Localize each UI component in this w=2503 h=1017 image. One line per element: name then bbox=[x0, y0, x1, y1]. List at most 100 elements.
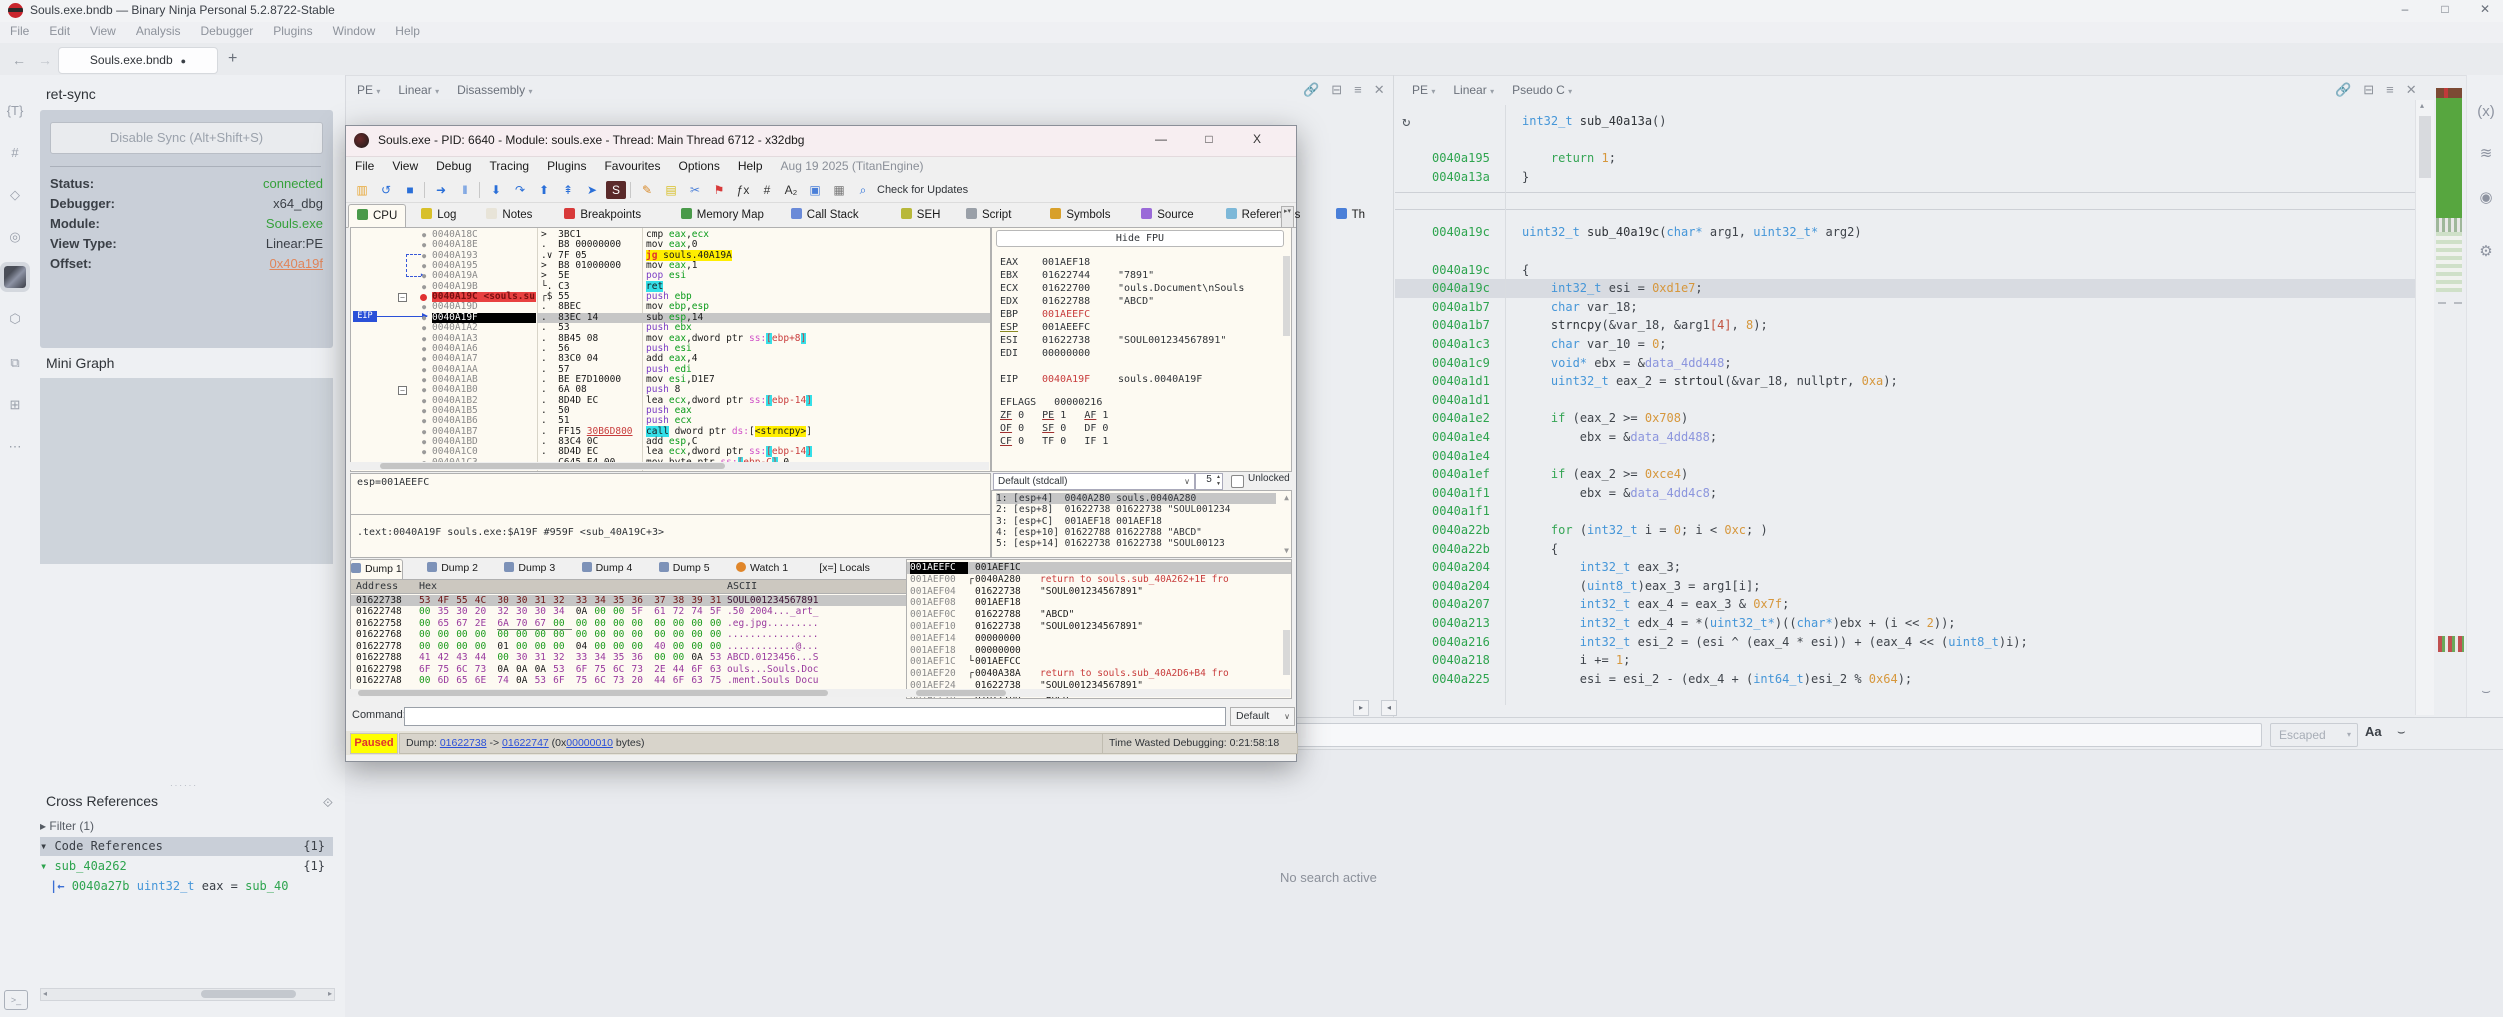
stack-row[interactable]: 001AEF1800000000 bbox=[907, 645, 1291, 657]
xref-entry-row[interactable]: |← 0040a27b uint32_t eax = sub_40 bbox=[50, 877, 333, 896]
code-line[interactable]: 0040a13a} bbox=[1395, 168, 2415, 187]
x32dbg-maximize-button[interactable]: □ bbox=[1194, 132, 1224, 146]
panel-splitter[interactable]: ······ bbox=[170, 781, 198, 790]
minigraph-panel[interactable] bbox=[40, 378, 333, 564]
minimap[interactable] bbox=[2436, 88, 2462, 316]
code-line[interactable]: 0040a22b for (int32_t i = 0; i < 0xc; ) bbox=[1395, 521, 2415, 540]
close-button[interactable]: ✕ bbox=[2470, 2, 2500, 16]
xref-filter[interactable]: ▸ Filter (1) bbox=[40, 817, 333, 836]
x32-menu-plugins[interactable]: Plugins bbox=[538, 156, 595, 176]
x32-tab-script[interactable]: Script bbox=[958, 204, 1019, 226]
menu-plugins[interactable]: Plugins bbox=[263, 22, 322, 40]
forward-icon[interactable]: → bbox=[38, 52, 52, 68]
x32dbg-titlebar[interactable]: Souls.exe - PID: 6640 - Module: souls.ex… bbox=[346, 126, 1296, 157]
dump-row[interactable]: 0162274800353020323030340A00005F6172745F… bbox=[351, 606, 907, 618]
whitespace-toggle[interactable]: ⌣ bbox=[2397, 724, 2406, 740]
dump-tab-watch1[interactable]: Watch 1 bbox=[736, 559, 788, 578]
stack-hscrollbar[interactable] bbox=[906, 689, 1290, 697]
view-selector-pe[interactable]: PE ▾ bbox=[1412, 83, 1435, 97]
stack-row[interactable]: 001AEF1400000000 bbox=[907, 633, 1291, 645]
dump-tab-dump2[interactable]: Dump 2 bbox=[427, 559, 478, 578]
code-line[interactable]: 0040a225 esi = esi_2 - (edx_4 + (int64_t… bbox=[1395, 670, 2415, 689]
code-line[interactable]: 0040a1b7 strncpy(&var_18, &arg1[4], 8); bbox=[1395, 316, 2415, 335]
x32-tab-references[interactable]: References bbox=[1218, 204, 1309, 226]
code-line[interactable] bbox=[1395, 131, 2415, 150]
restart-icon[interactable]: ↺ bbox=[376, 181, 396, 199]
hide-fpu-button[interactable]: Hide FPU bbox=[996, 230, 1284, 247]
dump-hscrollbar[interactable] bbox=[350, 689, 906, 697]
hash-icon[interactable]: # bbox=[757, 181, 777, 199]
code-line[interactable]: 0040a19c int32_t esi = 0xd1e7; bbox=[1395, 279, 2415, 298]
x32-tab-breakpoints[interactable]: Breakpoints bbox=[556, 204, 649, 226]
stack-row[interactable]: 001AEF1C└001AEFCC bbox=[907, 656, 1291, 668]
code-line[interactable]: 0040a195 return 1; bbox=[1395, 149, 2415, 168]
x32-tab-symbols[interactable]: Symbols bbox=[1042, 204, 1118, 226]
escaped-dropdown[interactable]: Escaped▾ bbox=[2270, 723, 2358, 747]
x32-menu-file[interactable]: File bbox=[346, 156, 383, 176]
dump-tab-xlocals[interactable]: [x=] Locals bbox=[819, 559, 870, 578]
xref-function-row[interactable]: ▾ sub_40a262 {1} bbox=[40, 857, 333, 876]
menu-view[interactable]: View bbox=[80, 22, 126, 40]
code-line[interactable]: int32_t sub_40a13a() bbox=[1395, 112, 2415, 131]
split-icon[interactable]: ⊟ bbox=[1331, 82, 1354, 97]
args-scroll-up-icon[interactable]: ▲ bbox=[1284, 493, 1289, 502]
link-icon[interactable]: 🔗 bbox=[2335, 82, 2363, 97]
flag-icon[interactable]: ⚑ bbox=[709, 181, 729, 199]
argument-row[interactable]: 3: [esp+C] 001AEF18 001AEF18 bbox=[996, 516, 1276, 527]
view-selector-linear[interactable]: Linear ▾ bbox=[398, 83, 439, 97]
code-line[interactable]: 0040a1d1 bbox=[1395, 391, 2415, 410]
types-icon[interactable]: {T} bbox=[4, 100, 26, 122]
x32-menu-view[interactable]: View bbox=[383, 156, 427, 176]
maximize-button[interactable]: □ bbox=[2430, 2, 2460, 16]
code-line[interactable]: 0040a19cuint32_t sub_40a19c(char* arg1, … bbox=[1395, 223, 2415, 242]
menu-icon[interactable]: ≡ bbox=[1354, 82, 1374, 97]
menu-icon[interactable]: ≡ bbox=[2386, 82, 2406, 97]
menu-help[interactable]: Help bbox=[385, 22, 430, 40]
x32-menu-options[interactable]: Options bbox=[669, 156, 728, 176]
pc-icon[interactable]: ▣ bbox=[805, 181, 825, 199]
step-out-icon[interactable]: ⇞ bbox=[558, 181, 578, 199]
az-icon[interactable]: A₂ bbox=[781, 181, 801, 199]
graph-icon[interactable]: ⊞ bbox=[4, 394, 26, 416]
register-edx[interactable]: EDX01622788"ABCD" bbox=[1000, 295, 1154, 308]
location-icon[interactable]: ◎ bbox=[4, 226, 26, 248]
patch-icon[interactable]: ✂ bbox=[685, 181, 705, 199]
disassembly-view[interactable]: ▸ EIP ●0040A18C> 3BC1cmp eax,ecx●0040A18… bbox=[350, 227, 991, 472]
more-icon[interactable]: ⋯ bbox=[4, 436, 26, 458]
code-line[interactable]: 0040a1e4 ebx = &data_4dd488; bbox=[1395, 428, 2415, 447]
dump-row[interactable]: 0162276800000000000000000000000000000000… bbox=[351, 629, 907, 641]
code-line[interactable]: 0040a19c{ bbox=[1395, 261, 2415, 280]
bracket-icon[interactable]: ⌣ bbox=[2473, 680, 2499, 704]
assistant-icon[interactable]: ◉ bbox=[2473, 186, 2499, 210]
code-line[interactable]: 0040a213 int32_t edx_4 = *(uint32_t*)((c… bbox=[1395, 614, 2415, 633]
seh-icon[interactable]: S bbox=[606, 181, 626, 199]
x32dbg-close-button[interactable]: X bbox=[1242, 132, 1272, 146]
new-tab-button[interactable]: + bbox=[228, 50, 237, 68]
step-into-icon[interactable]: ⬇ bbox=[486, 181, 506, 199]
variables-icon[interactable]: (x) bbox=[2473, 100, 2499, 124]
argument-row[interactable]: 1: [esp+4] 0040A280 souls.0040A280 bbox=[996, 493, 1276, 504]
stop-icon[interactable]: ■ bbox=[400, 181, 420, 199]
argument-row[interactable]: 2: [esp+8] 01622738 01622738 "SOUL001234 bbox=[996, 504, 1276, 515]
code-line[interactable]: 0040a204 int32_t eax_3; bbox=[1395, 558, 2415, 577]
register-eax[interactable]: EAX001AEF18 bbox=[1000, 256, 1118, 269]
dump-row[interactable]: 016227A8006D656E740A536F756C7320446F6375… bbox=[351, 675, 907, 687]
notes-icon[interactable]: ▤ bbox=[661, 181, 681, 199]
bug-icon[interactable]: ⬡ bbox=[4, 308, 26, 330]
stack-row[interactable]: 001AEF1001622738"SOUL001234567891" bbox=[907, 621, 1291, 633]
split-icon[interactable]: ⊟ bbox=[2363, 82, 2386, 97]
code-line[interactable]: 0040a1c3 char var_10 = 0; bbox=[1395, 335, 2415, 354]
menu-analysis[interactable]: Analysis bbox=[126, 22, 191, 40]
dump-row[interactable]: 016227580065672E6A7067000000000000000000… bbox=[351, 618, 907, 630]
callconv-dropdown[interactable]: Default (stdcall)∨ bbox=[993, 473, 1195, 490]
code-line[interactable]: 0040a1f1 ebx = &data_4dd4c8; bbox=[1395, 484, 2415, 503]
dump-view[interactable]: Address Hex ASCII 01622738534F554C303031… bbox=[350, 579, 908, 691]
stack-row[interactable]: 001AEF08001AEF18 bbox=[907, 597, 1291, 609]
register-eip[interactable]: EIP0040A19Fsouls.0040A19F bbox=[1000, 373, 1202, 386]
stack-row[interactable]: 001AEEFC001AEF1C bbox=[907, 562, 1291, 574]
open-folder-icon[interactable]: ▥ bbox=[352, 181, 372, 199]
update-icon[interactable]: ⌕ bbox=[853, 181, 873, 199]
pause-icon[interactable]: ‖ bbox=[455, 181, 475, 199]
register-edi[interactable]: EDI00000000 bbox=[1000, 347, 1118, 360]
code-line[interactable]: 0040a1e4 bbox=[1395, 447, 2415, 466]
